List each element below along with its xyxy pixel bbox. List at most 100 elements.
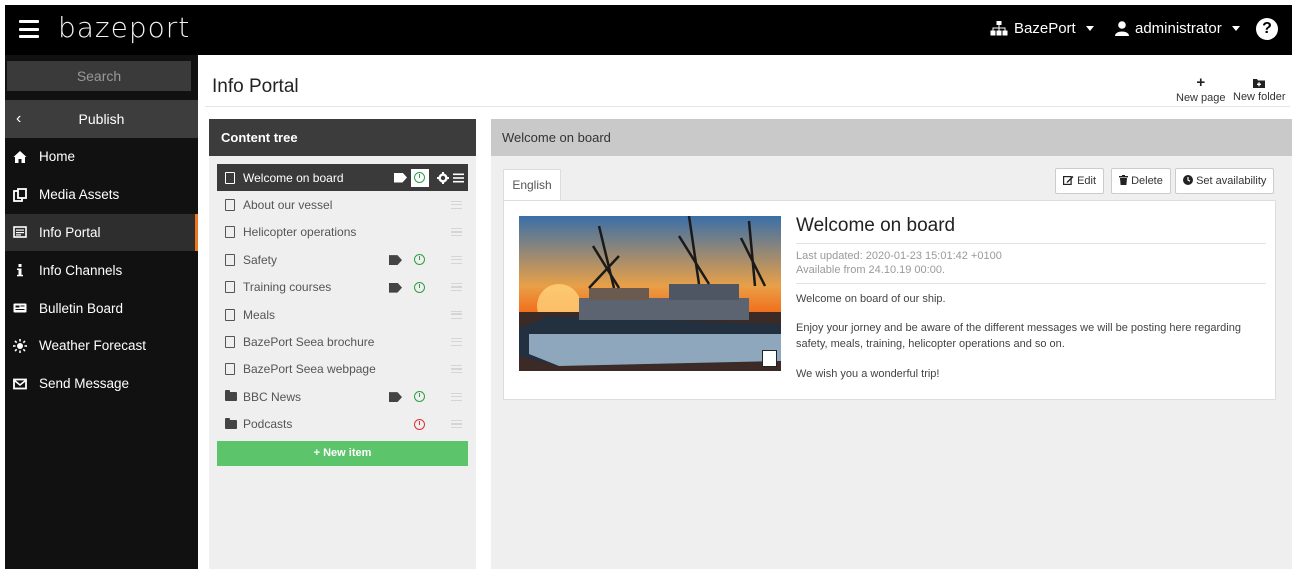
user-menu[interactable]: administrator: [1115, 20, 1240, 37]
title-divider: [796, 243, 1266, 244]
tree-item-label: About our vessel: [243, 198, 333, 213]
sidebar-item-info-portal[interactable]: Info Portal: [5, 213, 198, 252]
tree-item-label: Meals: [243, 307, 276, 322]
search-input[interactable]: Search: [7, 61, 191, 91]
tree-item-actions: [391, 167, 468, 188]
tree-item-label: Welcome on board: [243, 170, 344, 185]
chevron-down-icon: [1231, 26, 1240, 31]
new-folder-button[interactable]: New folder: [1233, 76, 1286, 103]
drag-handle-icon[interactable]: [451, 310, 462, 319]
schedule-badge[interactable]: [411, 168, 429, 187]
tree-item-bazeport-seea-webpage[interactable]: BazePort Seea webpage: [217, 356, 468, 383]
file-icon: [225, 226, 235, 239]
drag-handle-icon[interactable]: [451, 392, 462, 401]
tree-item-podcasts[interactable]: Podcasts: [217, 411, 468, 438]
tree-item-label: Helicopter operations: [243, 225, 357, 240]
last-updated-text: Last updated: 2020-01-23 15:01:42 +0100: [796, 250, 1002, 262]
page-detail-panel: Welcome on board English Edit Delete Set…: [491, 119, 1292, 569]
image-icon[interactable]: [762, 350, 777, 367]
detail-heading: Welcome on board: [491, 119, 1292, 156]
ship-illustration: [519, 216, 781, 371]
content-tree-list: Welcome on board About our vessel Helico…: [217, 164, 468, 438]
weather-icon: [13, 338, 27, 353]
file-icon: [225, 199, 235, 212]
sidebar-item-label: Bulletin Board: [39, 300, 124, 316]
org-menu-label: BazePort: [1014, 20, 1076, 37]
file-icon: [225, 308, 235, 321]
edit-button[interactable]: Edit: [1055, 168, 1105, 194]
bulletin-board-icon: [13, 303, 27, 313]
delete-label: Delete: [1131, 175, 1163, 187]
trash-icon: [1119, 175, 1128, 185]
tree-item-bbc-news[interactable]: BBC News: [217, 383, 468, 410]
tree-item-welcome-on-board[interactable]: Welcome on board: [217, 164, 468, 192]
sidebar-item-weather-forecast[interactable]: Weather Forecast: [5, 327, 198, 365]
sidebar-item-info-channels[interactable]: Info Channels: [5, 251, 198, 289]
sidebar-item-label: Home: [39, 149, 76, 165]
content-tree-heading: Content tree: [209, 119, 476, 156]
tag-icon: [389, 282, 402, 293]
bazeport-logo[interactable]: bazeport: [58, 11, 190, 44]
top-bar: bazeport BazePort administrator ?: [5, 5, 1292, 55]
user-menu-label: administrator: [1135, 20, 1222, 37]
tag-icon: [389, 255, 402, 266]
drag-handle-icon[interactable]: [451, 420, 462, 429]
sitemap-icon: [990, 21, 1008, 36]
set-availability-button[interactable]: Set availability: [1175, 168, 1275, 194]
set-availability-label: Set availability: [1196, 175, 1267, 187]
meta-divider: [796, 283, 1266, 284]
new-page-button[interactable]: + New page: [1176, 74, 1226, 104]
tree-item-label: Safety: [243, 252, 278, 267]
clock-icon: [414, 254, 425, 266]
help-icon[interactable]: ?: [1256, 18, 1278, 40]
gear-icon[interactable]: [437, 171, 449, 184]
envelope-icon: [13, 378, 27, 390]
sidebar-item-media-assets[interactable]: Media Assets: [5, 176, 198, 214]
tree-item-label: Podcasts: [243, 417, 293, 432]
chevron-down-icon: [1085, 26, 1094, 31]
tree-item-about-our-vessel[interactable]: About our vessel: [217, 191, 468, 218]
sidebar-item-label: Send Message: [39, 376, 130, 392]
drag-handle-icon[interactable]: [451, 338, 462, 347]
tree-item-label: BazePort Seea brochure: [243, 335, 375, 350]
tree-item-meals[interactable]: Meals: [217, 301, 468, 328]
sidebar-item-send-message[interactable]: Send Message: [5, 365, 198, 403]
file-icon: [225, 336, 235, 349]
page-title-preview: Welcome on board: [796, 215, 956, 236]
org-menu[interactable]: BazePort: [990, 20, 1094, 37]
sidebar: Search ‹ Publish Home Media Assets Info …: [5, 55, 198, 569]
drag-handle-icon[interactable]: [451, 201, 462, 210]
sidebar-item-bulletin-board[interactable]: Bulletin Board: [5, 289, 198, 327]
info-icon: [17, 264, 23, 277]
file-icon: [225, 253, 235, 266]
tree-item-safety[interactable]: Safety: [217, 246, 468, 273]
user-icon: [1115, 21, 1129, 36]
tree-item-training-courses[interactable]: Training courses: [217, 274, 468, 301]
new-folder-label: New folder: [1233, 91, 1286, 103]
tree-item-helicopter-operations[interactable]: Helicopter operations: [217, 219, 468, 246]
drag-handle-icon[interactable]: [451, 365, 462, 374]
tree-item-bazeport-seea-brochure[interactable]: BazePort Seea brochure: [217, 328, 468, 355]
sidebar-item-home[interactable]: Home: [5, 138, 198, 176]
delete-button[interactable]: Delete: [1111, 168, 1171, 194]
sidebar-item-label: Media Assets: [39, 187, 120, 203]
plus-icon: +: [1196, 74, 1206, 91]
clock-icon: [1183, 175, 1193, 185]
menu-icon[interactable]: [453, 173, 464, 183]
tag-icon: [389, 392, 402, 403]
tag-badge[interactable]: [391, 169, 409, 187]
publish-back-button[interactable]: ‹ Publish: [5, 100, 198, 138]
page-preview-card: Welcome on board Last updated: 2020-01-2…: [503, 200, 1276, 400]
hamburger-menu-icon[interactable]: [19, 20, 39, 38]
new-item-button[interactable]: + New item: [217, 441, 468, 466]
drag-handle-icon[interactable]: [451, 255, 462, 264]
drag-handle-icon[interactable]: [451, 283, 462, 292]
folder-icon: [225, 390, 237, 402]
body-paragraph-2: Enjoy your jorney and be aware of the di…: [796, 322, 1241, 350]
tab-english[interactable]: English: [503, 169, 561, 200]
tree-item-label: BazePort Seea webpage: [243, 362, 376, 377]
media-assets-icon: [13, 187, 27, 202]
home-icon: [13, 150, 27, 163]
drag-handle-icon[interactable]: [451, 228, 462, 237]
ship-image: [519, 216, 781, 371]
